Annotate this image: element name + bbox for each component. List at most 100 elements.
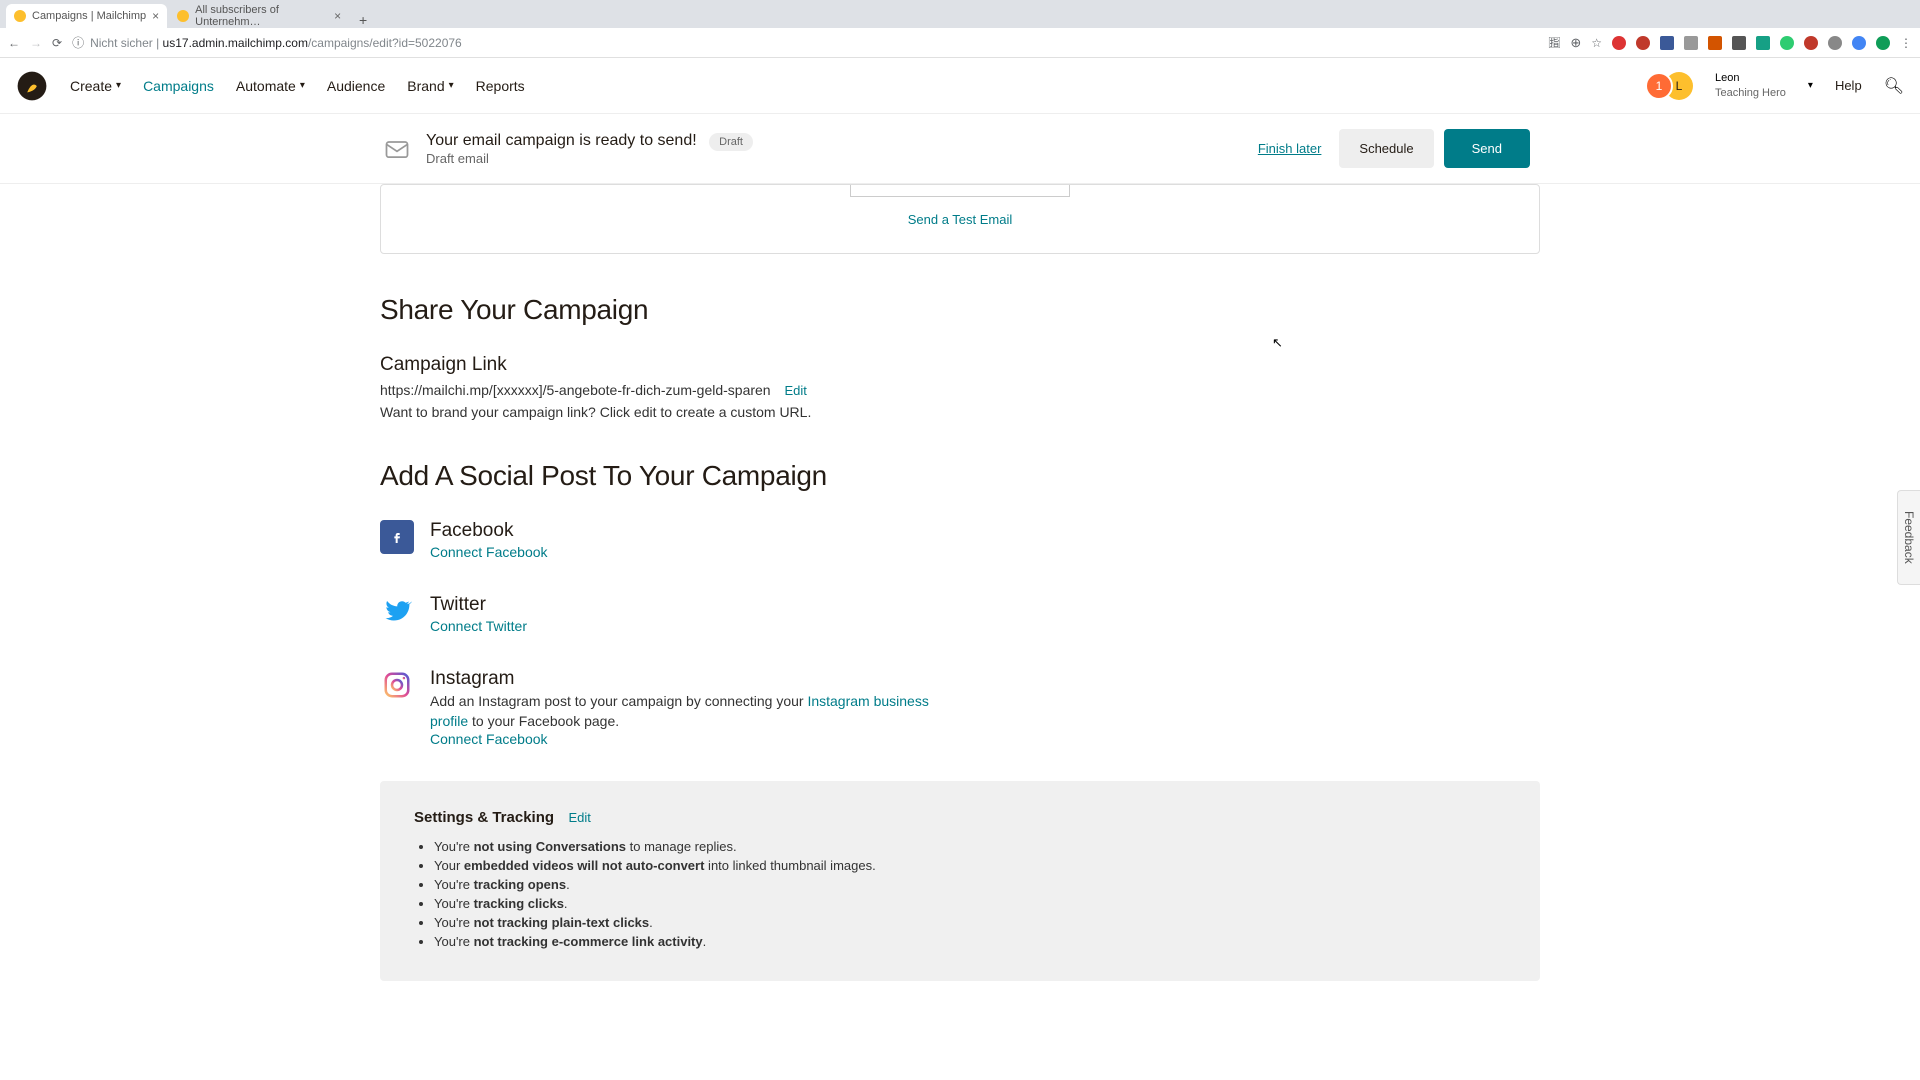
desc-text: to your Facebook page. (468, 713, 619, 729)
connect-twitter-link[interactable]: Connect Twitter (430, 618, 527, 634)
ext-icon[interactable] (1684, 36, 1698, 50)
social-name: Facebook (430, 520, 548, 542)
campaign-url-text: https://mailchi.mp/[xxxxxx]/5-angebote-f… (380, 382, 771, 398)
menu-icon[interactable]: ⋮ (1900, 36, 1912, 50)
tab-title: Campaigns | Mailchimp (32, 10, 146, 22)
nav-label: Automate (236, 78, 296, 94)
security-label: Nicht sicher | (90, 36, 162, 50)
ext-icon[interactable] (1708, 36, 1722, 50)
settings-item: You're tracking clicks. (434, 896, 1506, 911)
social-post-heading: Add A Social Post To Your Campaign (380, 460, 1540, 492)
connect-facebook-link[interactable]: Connect Facebook (430, 544, 548, 560)
chevron-down-icon[interactable]: ▾ (1808, 80, 1813, 91)
browser-tab-active[interactable]: Campaigns | Mailchimp × (6, 4, 167, 28)
settings-item: You're not using Conversations to manage… (434, 839, 1506, 854)
desc-text: Add an Instagram post to your campaign b… (430, 693, 807, 709)
app-header: Create ▾ Campaigns Automate ▾ Audience Bra… (0, 58, 1920, 114)
site-info-icon[interactable]: ⓘ (72, 34, 84, 51)
nav-create[interactable]: Create ▾ (70, 78, 121, 94)
instagram-icon (380, 668, 414, 702)
ext-icon[interactable] (1732, 36, 1746, 50)
nav-label: Audience (327, 78, 385, 94)
back-icon[interactable]: ← (8, 36, 20, 50)
finish-later-link[interactable]: Finish later (1258, 141, 1322, 156)
nav-label: Create (70, 78, 112, 94)
campaign-ready-title: Your email campaign is ready to send! (426, 132, 697, 149)
mailchimp-logo-icon[interactable] (16, 70, 48, 102)
favicon-icon (177, 10, 189, 22)
connect-facebook-link[interactable]: Connect Facebook (430, 731, 548, 747)
ext-icon[interactable] (1636, 36, 1650, 50)
settings-list: You're not using Conversations to manage… (414, 839, 1506, 949)
campaign-url-helper: Want to brand your campaign link? Click … (380, 404, 1540, 420)
close-icon[interactable]: × (152, 9, 159, 23)
browser-tab-strip: Campaigns | Mailchimp × All subscribers … (0, 0, 1920, 28)
settings-item: You're not tracking e-commerce link acti… (434, 934, 1506, 949)
translate-icon[interactable]: 🈯︎ (1548, 34, 1560, 51)
extension-icons: 🈯︎ ⊕ ☆ ⋮ (1548, 34, 1912, 51)
ext-icon[interactable] (1852, 36, 1866, 50)
instagram-description: Add an Instagram post to your campaign b… (430, 692, 950, 731)
settings-tracking-panel: Settings & Tracking Edit You're not usin… (380, 781, 1540, 981)
campaign-subtitle: Draft email (426, 151, 753, 166)
social-row-twitter: Twitter Connect Twitter (380, 594, 1540, 636)
nav-label: Reports (476, 78, 525, 94)
twitter-icon (380, 594, 414, 628)
preview-panel: Send a Test Email (380, 184, 1540, 254)
ext-icon[interactable] (1660, 36, 1674, 50)
social-name: Twitter (430, 594, 527, 616)
nav-audience[interactable]: Audience (327, 78, 385, 94)
browser-tab[interactable]: All subscribers of Unternehm… × (169, 4, 349, 28)
feedback-tab[interactable]: Feedback (1897, 490, 1920, 585)
social-row-instagram: Instagram Add an Instagram post to your … (380, 668, 1540, 749)
schedule-button[interactable]: Schedule (1339, 129, 1433, 168)
send-test-email-link[interactable]: Send a Test Email (908, 212, 1013, 227)
facebook-icon (380, 520, 414, 554)
user-org: Teaching Hero (1715, 86, 1786, 100)
edit-settings-link[interactable]: Edit (569, 810, 591, 825)
social-name: Instagram (430, 668, 950, 690)
social-row-facebook: Facebook Connect Facebook (380, 520, 1540, 562)
reload-icon[interactable]: ⟳ (52, 36, 62, 50)
tab-title: All subscribers of Unternehm… (195, 4, 328, 28)
search-icon[interactable]: 🔍︎ (1884, 76, 1904, 96)
main-content: Send a Test Email Share Your Campaign Ca… (0, 184, 1920, 1021)
edit-url-link[interactable]: Edit (784, 383, 806, 398)
nav-label: Campaigns (143, 78, 214, 94)
browser-toolbar: ← → ⟳ ⓘ Nicht sicher | us17.admin.mailch… (0, 28, 1920, 58)
avatar-group[interactable]: 1 L (1645, 72, 1693, 100)
help-link[interactable]: Help (1835, 78, 1862, 93)
url-path: /campaigns/edit?id=5022076 (308, 36, 462, 50)
envelope-icon (380, 132, 414, 166)
ext-icon[interactable] (1828, 36, 1842, 50)
ext-icon[interactable] (1612, 36, 1626, 50)
favicon-icon (14, 10, 26, 22)
send-button[interactable]: Send (1444, 129, 1530, 168)
chevron-down-icon: ▾ (116, 80, 121, 91)
user-name: Leon (1715, 71, 1786, 85)
settings-item: You're tracking opens. (434, 877, 1506, 892)
share-campaign-heading: Share Your Campaign (380, 294, 1540, 326)
preview-placeholder (850, 185, 1070, 197)
nav-label: Brand (407, 78, 444, 94)
new-tab-button[interactable]: + (351, 12, 375, 28)
nav-campaigns[interactable]: Campaigns (143, 78, 214, 94)
forward-icon[interactable]: → (30, 36, 42, 50)
ext-icon[interactable] (1876, 36, 1890, 50)
chevron-down-icon: ▾ (449, 80, 454, 91)
nav-brand[interactable]: Brand ▾ (407, 78, 453, 94)
nav-reports[interactable]: Reports (476, 78, 525, 94)
zoom-icon[interactable]: ⊕ (1570, 35, 1581, 51)
settings-item: Your embedded videos will not auto-conve… (434, 858, 1506, 873)
nav-automate[interactable]: Automate ▾ (236, 78, 305, 94)
address-bar[interactable]: ⓘ Nicht sicher | us17.admin.mailchimp.co… (72, 34, 1538, 51)
cursor-icon: ↖ (1272, 335, 1283, 351)
star-icon[interactable]: ☆ (1591, 36, 1602, 50)
settings-item: You're not tracking plain-text clicks. (434, 915, 1506, 930)
ext-icon[interactable] (1780, 36, 1794, 50)
chevron-down-icon: ▾ (300, 80, 305, 91)
close-icon[interactable]: × (334, 9, 341, 23)
ext-icon[interactable] (1804, 36, 1818, 50)
ext-icon[interactable] (1756, 36, 1770, 50)
user-menu[interactable]: Leon Teaching Hero (1715, 71, 1786, 100)
